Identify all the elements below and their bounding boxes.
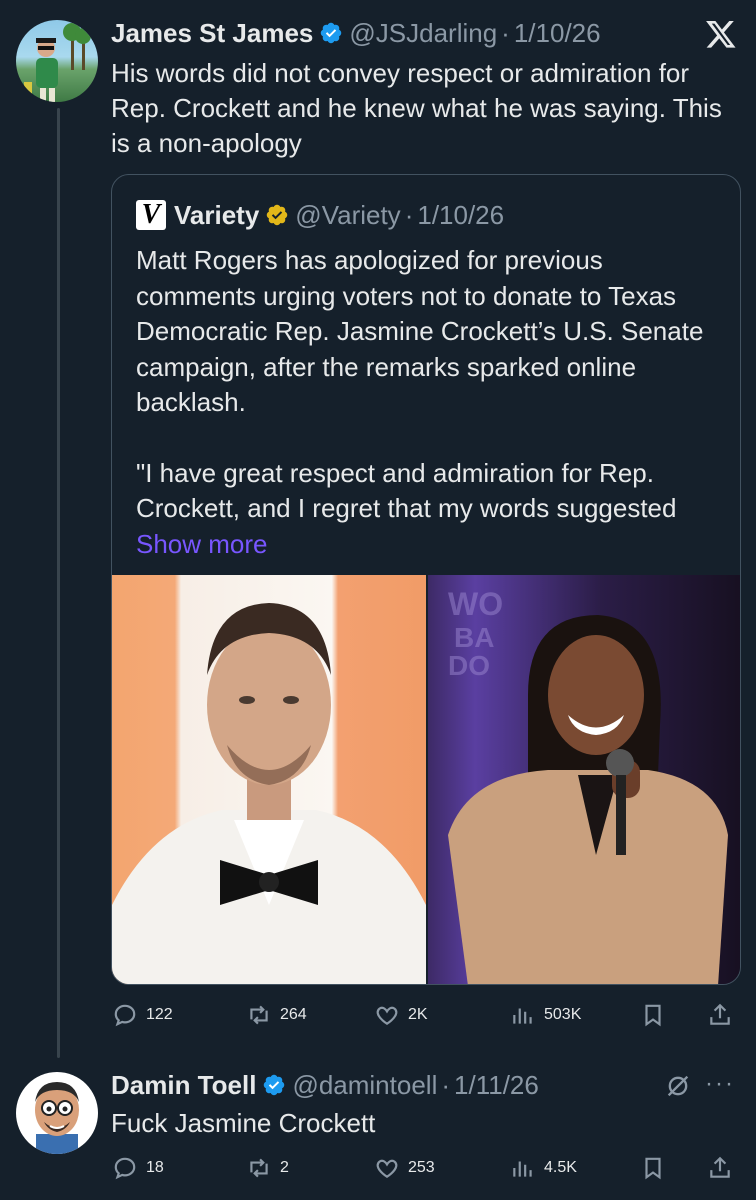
reply-button[interactable]: 18 — [112, 1155, 164, 1181]
thread-line — [57, 108, 60, 1058]
quote-author-handle[interactable]: @Variety — [295, 199, 400, 231]
post-header: Damin Toell @damintoell · 1/11/26 — [111, 1070, 539, 1100]
repost-icon — [250, 1005, 268, 1025]
separator-dot: · — [441, 1070, 451, 1100]
views-button[interactable]: 4.5K — [510, 1155, 577, 1181]
portrait-illustration: WO BA DO — [448, 586, 728, 984]
bookmark-icon — [645, 1004, 661, 1027]
repost-count: 2 — [280, 1159, 289, 1176]
quote-paragraph-2: "I have great respect and admiration for… — [136, 456, 726, 563]
like-count: 253 — [408, 1159, 435, 1176]
separator-dot: · — [404, 200, 414, 230]
views-button[interactable]: 503K — [510, 1002, 581, 1028]
views-count: 4.5K — [544, 1159, 577, 1176]
quote-paragraph-2-text: "I have great respect and admiration for… — [136, 457, 677, 524]
separator-dot: · — [501, 18, 510, 48]
more-icon[interactable]: ··· — [705, 1070, 735, 1098]
avatar-caricature — [35, 1082, 79, 1154]
reply-icon — [114, 1157, 136, 1180]
share-icon — [710, 1003, 730, 1025]
share-icon — [710, 1156, 730, 1178]
author-handle[interactable]: @JSJdarling — [349, 18, 497, 48]
views-icon — [513, 1008, 532, 1024]
post-date[interactable]: 1/10/26 — [514, 18, 601, 48]
quote-paragraph-1: Matt Rogers has apologized for previous … — [136, 245, 704, 417]
verified-icon — [321, 22, 342, 44]
quote-author-name[interactable]: Variety — [174, 199, 259, 231]
show-more-link[interactable]: Show more — [136, 529, 268, 559]
reply-count: 18 — [146, 1159, 164, 1176]
bookmark-icon — [645, 1157, 661, 1180]
author-name[interactable]: James St James — [111, 18, 313, 48]
bookmark-button[interactable] — [640, 1002, 674, 1028]
author-name[interactable]: Damin Toell — [111, 1070, 256, 1100]
quote-text: Matt Rogers has apologized for previous … — [136, 243, 726, 562]
post-text: Fuck Jasmine Crockett — [111, 1108, 376, 1138]
quote-date[interactable]: 1/10/26 — [417, 199, 504, 231]
like-icon — [376, 1159, 398, 1178]
svg-text:BA: BA — [454, 622, 494, 653]
like-icon — [376, 1006, 398, 1025]
share-button[interactable] — [707, 1155, 741, 1181]
photo-jasmine-crockett[interactable]: WO BA DO — [428, 575, 740, 984]
media-grid: WO BA DO — [112, 575, 740, 984]
like-button[interactable]: 2K — [374, 1002, 428, 1028]
quote-header: V Variety @Variety · 1/10/26 — [136, 199, 504, 231]
views-count: 503K — [544, 1006, 582, 1023]
verified-gold-icon — [267, 204, 288, 226]
repost-icon — [250, 1158, 268, 1178]
repost-button[interactable]: 2 — [246, 1155, 289, 1181]
avatar[interactable] — [16, 1072, 98, 1154]
quote-card[interactable]: V Variety @Variety · 1/10/26 Matt Rogers… — [111, 174, 741, 985]
verified-icon — [264, 1074, 285, 1096]
photo-matt-rogers[interactable] — [112, 575, 426, 984]
reply-icon — [114, 1004, 136, 1027]
avatar[interactable] — [16, 20, 98, 102]
repost-count: 264 — [280, 1006, 307, 1023]
views-icon — [513, 1161, 532, 1177]
post-text: His words did not convey respect or admi… — [111, 58, 722, 158]
bookmark-button[interactable] — [640, 1155, 674, 1181]
portrait-illustration — [112, 603, 426, 984]
share-button[interactable] — [707, 1002, 741, 1028]
variety-logo: V — [136, 200, 166, 230]
reply-count: 122 — [146, 1006, 173, 1023]
svg-text:DO: DO — [448, 650, 490, 681]
reply-button[interactable]: 122 — [112, 1002, 173, 1028]
mute-icon[interactable] — [664, 1072, 692, 1100]
like-count: 2K — [408, 1006, 428, 1023]
post-header: James St James @JSJdarling · 1/10/26 — [111, 18, 601, 48]
like-button[interactable]: 253 — [374, 1155, 435, 1181]
x-logo-icon[interactable] — [705, 18, 737, 50]
post-date[interactable]: 1/11/26 — [454, 1070, 539, 1100]
svg-text:WO: WO — [448, 586, 503, 622]
repost-button[interactable]: 264 — [246, 1002, 307, 1028]
avatar-figure — [24, 23, 91, 102]
author-handle[interactable]: @damintoell — [292, 1070, 437, 1100]
